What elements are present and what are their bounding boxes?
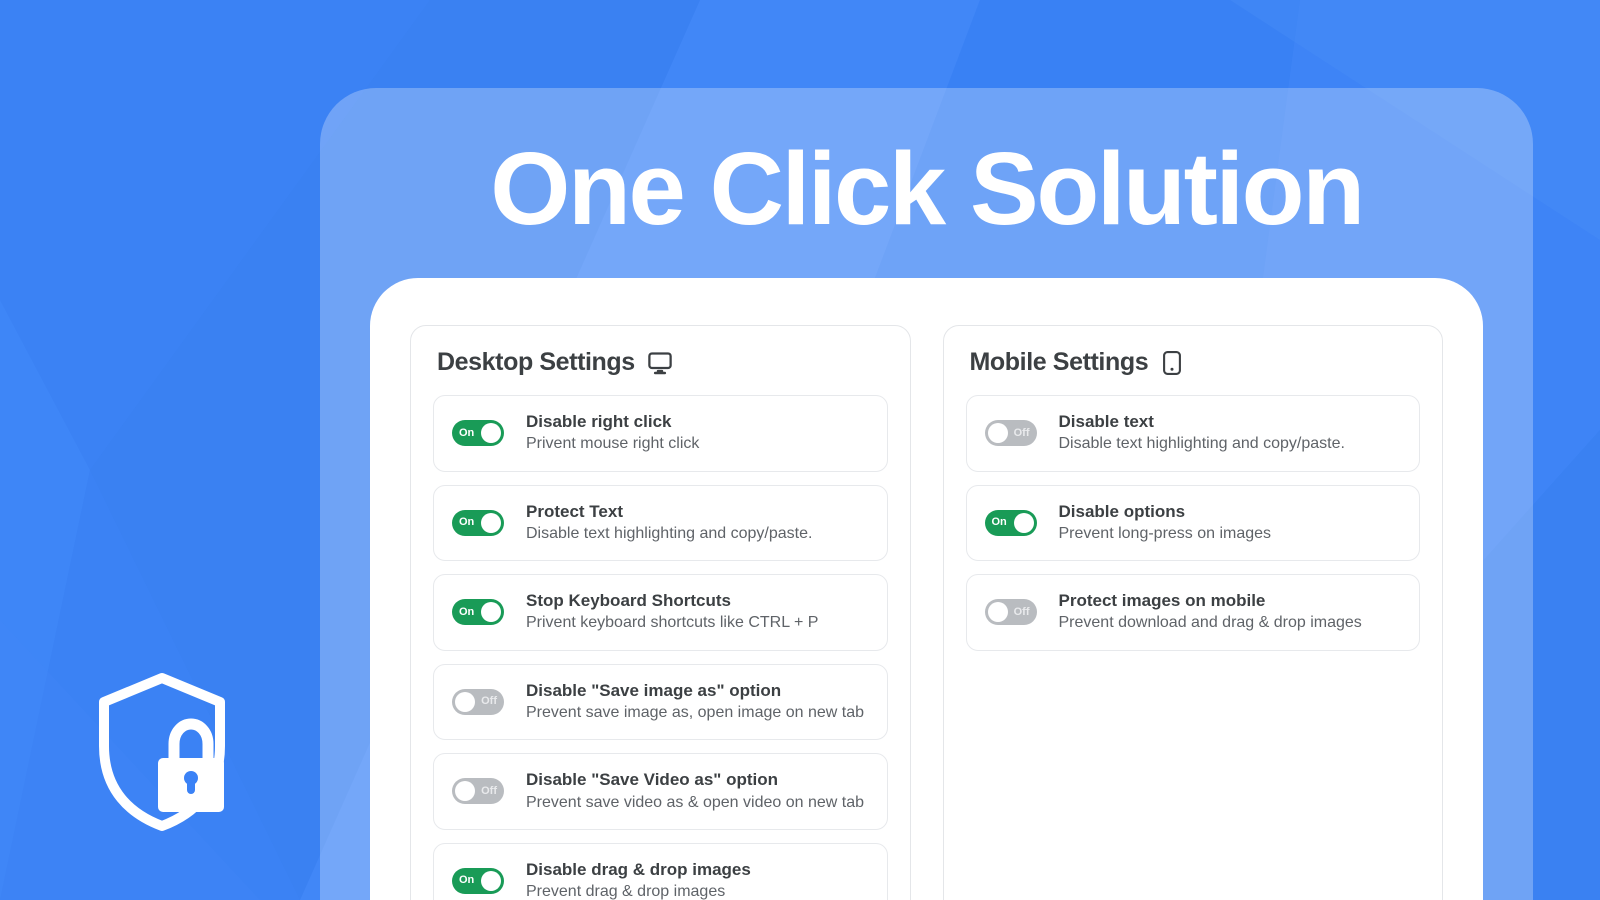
setting-row[interactable]: On Disable right click Privent mouse rig…	[433, 395, 888, 472]
toggle-knob	[987, 602, 1008, 623]
toggle-state-label: Off	[1013, 426, 1030, 439]
toggle-disable-text[interactable]: Off	[984, 420, 1037, 447]
toggle-disable-save-image-as[interactable]: Off	[452, 688, 504, 715]
row-description: Prevent drag & drop images	[526, 883, 726, 900]
setting-row[interactable]: Off Protect images on mobile Prevent dow…	[965, 574, 1420, 651]
mobile-panel-title: Mobile Settings	[969, 348, 1149, 376]
row-description: Prevent save image as, open image on new…	[526, 703, 864, 721]
setting-row[interactable]: On Disable drag & drop images Prevent dr…	[433, 842, 888, 900]
toggle-knob	[1013, 512, 1034, 533]
mobile-panel-header: Mobile Settings	[966, 348, 1421, 377]
toggle-disable-drag-drop-images[interactable]: On	[452, 867, 504, 894]
row-text: Stop Keyboard Shortcuts Privent keyboard…	[526, 590, 818, 635]
desktop-panel-title: Desktop Settings	[437, 348, 635, 376]
row-title: Stop Keyboard Shortcuts	[526, 591, 731, 611]
row-text: Protect images on mobile Prevent downloa…	[1059, 590, 1362, 635]
toggle-state-label: On	[459, 516, 475, 529]
toggle-knob	[987, 423, 1008, 444]
row-description: Disable text highlighting and copy/paste…	[526, 524, 813, 542]
desktop-settings-panel: Desktop Settings On Disable right click …	[410, 325, 911, 900]
toggle-knob	[455, 781, 475, 802]
row-title: Disable right click	[526, 412, 672, 431]
row-title: Protect images on mobile	[1058, 591, 1266, 611]
row-title: Disable text	[1058, 412, 1154, 431]
row-title: Disable options	[1058, 501, 1186, 521]
row-description: Prevent download and drag & drop images	[1058, 614, 1362, 632]
row-title: Disable "Save image as" option	[526, 680, 782, 700]
toggle-knob	[481, 602, 501, 623]
row-text: Disable "Save image as" option Prevent s…	[526, 680, 864, 725]
desktop-monitor-icon	[648, 351, 672, 374]
toggle-state-label: On	[991, 516, 1007, 529]
toggle-state-label: Off	[481, 784, 497, 797]
desktop-panel-header: Desktop Settings	[433, 348, 888, 377]
row-text: Disable drag & drop images Prevent drag …	[526, 859, 751, 900]
setting-row[interactable]: On Disable options Prevent long-press on…	[965, 484, 1420, 562]
row-description: Privent keyboard shortcuts like CTRL + P	[526, 614, 819, 632]
toggle-state-label: On	[459, 605, 475, 618]
toggle-protect-images-on-mobile[interactable]: Off	[984, 599, 1037, 626]
toggle-knob	[481, 512, 501, 533]
row-title: Disable drag & drop images	[526, 859, 751, 879]
toggle-state-label: Off	[481, 695, 497, 708]
row-title: Protect Text	[526, 501, 623, 521]
shield-lock-icon	[99, 673, 225, 831]
row-text: Protect Text Disable text highlighting a…	[526, 501, 812, 546]
toggle-state-label: Off	[1013, 605, 1030, 618]
row-description: Disable text highlighting and copy/paste…	[1058, 435, 1345, 453]
promo-stage: One Click Solution Desktop Settings On D…	[0, 0, 1600, 900]
setting-row[interactable]: Off Disable "Save Video as" option Preve…	[433, 753, 888, 830]
row-description: Prevent long-press on images	[1058, 524, 1272, 542]
mobile-settings-panel: Mobile Settings Off Disable text Disable…	[942, 325, 1443, 900]
app-window: Desktop Settings On Disable right click …	[370, 278, 1483, 900]
toggle-state-label: On	[459, 874, 475, 887]
setting-row[interactable]: Off Disable "Save image as" option Preve…	[433, 663, 888, 741]
row-text: Disable options Prevent long-press on im…	[1059, 501, 1272, 546]
toggle-knob	[481, 870, 501, 891]
toggle-knob	[455, 691, 475, 712]
setting-row[interactable]: On Protect Text Disable text highlightin…	[433, 484, 888, 562]
toggle-disable-options[interactable]: On	[984, 509, 1037, 536]
toggle-protect-text[interactable]: On	[452, 509, 504, 536]
row-title: Disable "Save Video as" option	[526, 770, 778, 790]
row-description: Privent mouse right click	[526, 435, 700, 453]
row-text: Disable right click Privent mouse right …	[526, 411, 699, 456]
mobile-phone-icon	[1163, 350, 1182, 375]
toggle-disable-right-click[interactable]: On	[452, 420, 504, 447]
setting-row[interactable]: Off Disable text Disable text highlighti…	[965, 395, 1420, 472]
toggle-knob	[481, 423, 501, 444]
toggle-state-label: On	[459, 426, 475, 439]
row-text: Disable "Save Video as" option Prevent s…	[526, 769, 864, 814]
setting-row[interactable]: On Stop Keyboard Shortcuts Privent keybo…	[433, 574, 888, 651]
toggle-disable-save-video-as[interactable]: Off	[452, 778, 504, 805]
page-title: One Click Solution	[490, 131, 1365, 246]
row-text: Disable text Disable text highlighting a…	[1059, 411, 1345, 456]
toggle-stop-keyboard-shortcuts[interactable]: On	[452, 599, 504, 626]
row-description: Prevent save video as & open video on ne…	[526, 793, 864, 811]
